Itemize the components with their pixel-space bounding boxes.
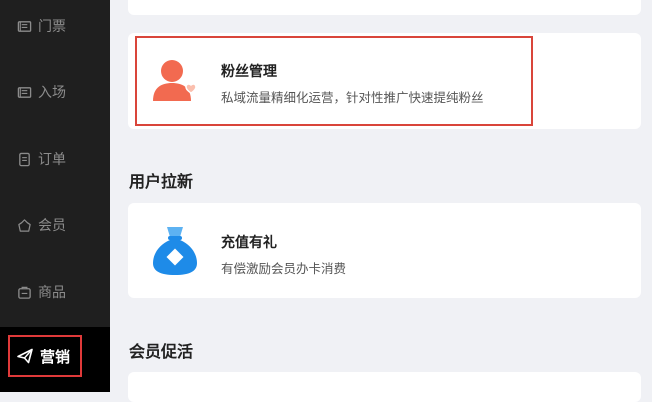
- sidebar-item-members[interactable]: 会员: [0, 205, 110, 245]
- main-content: 粉丝管理 私域流量精细化运营，针对性推广快速提纯粉丝 用户拉新 充值有礼 有偿激…: [110, 0, 652, 402]
- sidebar-item-orders[interactable]: 订单: [0, 139, 110, 179]
- fans-user-heart-icon: [150, 57, 202, 109]
- order-icon: [16, 151, 32, 167]
- fans-card-description: 私域流量精细化运营，针对性推广快速提纯粉丝: [221, 90, 484, 105]
- recharge-card-description: 有偿激励会员办卡消费: [221, 261, 347, 276]
- sidebar-item-label: 门票: [38, 19, 66, 35]
- sidebar-item-marketing[interactable]: 营销: [8, 335, 82, 377]
- entry-icon: [16, 84, 32, 100]
- recharge-card-title: 充值有礼: [221, 235, 277, 251]
- card-next: [128, 372, 641, 402]
- sidebar-item-label: 会员: [38, 218, 66, 234]
- sidebar-item-label: 订单: [38, 152, 66, 168]
- goods-icon: [16, 284, 32, 300]
- ticket-icon: [16, 18, 32, 34]
- money-bag-icon: [150, 223, 202, 281]
- paper-plane-icon: [16, 347, 34, 365]
- sidebar: 门票 入场 订单 会员 商品 营销: [0, 0, 110, 392]
- sidebar-item-tickets[interactable]: 门票: [0, 6, 110, 46]
- sidebar-item-label: 入场: [38, 85, 66, 101]
- member-icon: [16, 217, 32, 233]
- fans-management-card[interactable]: 粉丝管理 私域流量精细化运营，针对性推广快速提纯粉丝: [128, 33, 641, 129]
- sidebar-item-goods[interactable]: 商品: [0, 272, 110, 312]
- sidebar-item-label: 营销: [40, 347, 71, 366]
- sidebar-item-entry[interactable]: 入场: [0, 72, 110, 112]
- section-title-member-activation: 会员促活: [129, 342, 194, 361]
- card-previous: [128, 0, 641, 15]
- sidebar-item-label: 商品: [38, 285, 66, 301]
- fans-card-title: 粉丝管理: [221, 64, 277, 80]
- section-title-new-users: 用户拉新: [129, 172, 194, 191]
- recharge-gift-card[interactable]: 充值有礼 有偿激励会员办卡消费: [128, 203, 641, 298]
